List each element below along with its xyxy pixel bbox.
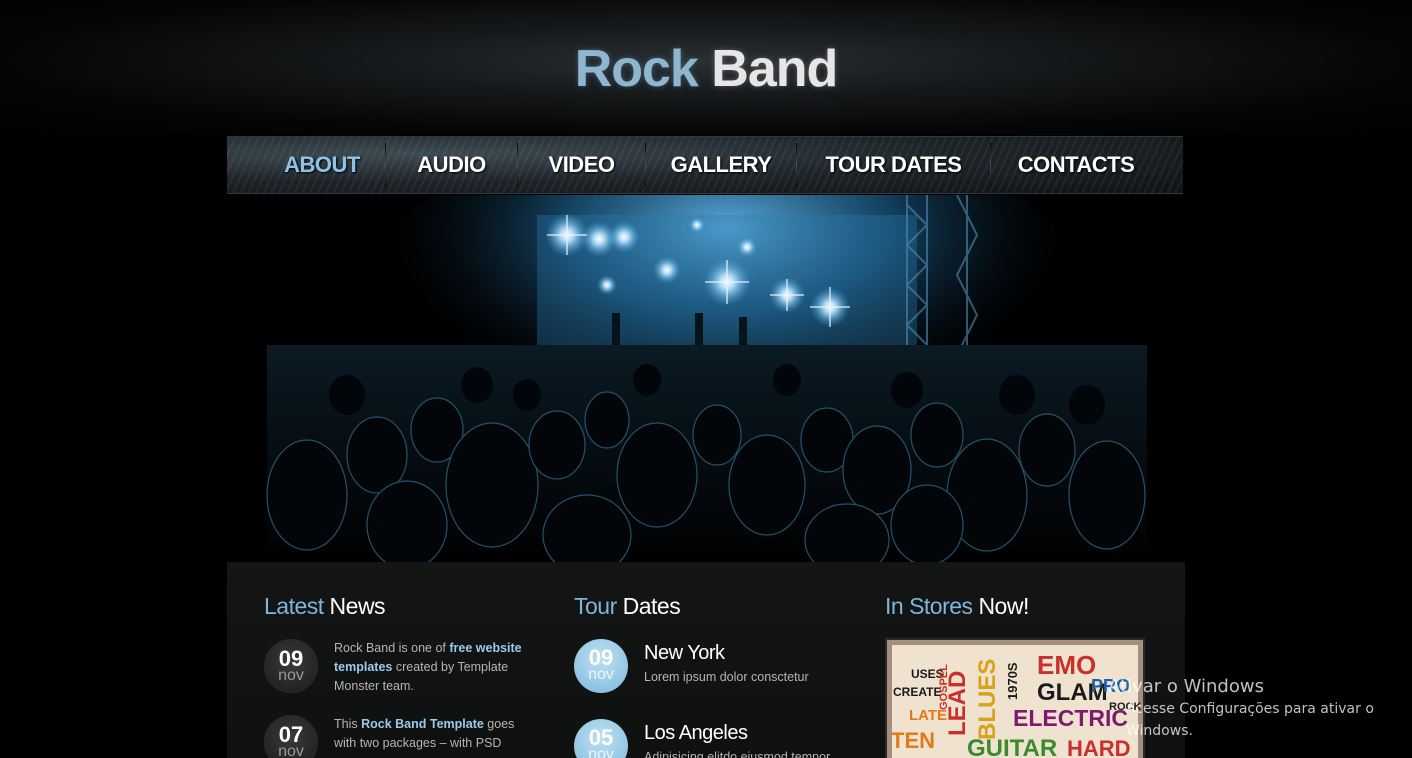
album-word: CREATE bbox=[893, 685, 941, 699]
main-navigation: ABOUT AUDIO VIDEO GALLERY TOUR DATES CON… bbox=[227, 136, 1183, 194]
news-link[interactable]: Rock Band Template bbox=[361, 717, 484, 731]
nav-item-tour-dates[interactable]: TOUR DATES bbox=[797, 136, 990, 194]
logo-word-rock: Rock bbox=[574, 40, 699, 98]
tour-dates-heading: Tour Dates bbox=[574, 593, 681, 619]
nav-item-gallery[interactable]: GALLERY bbox=[646, 136, 796, 194]
news-date-badge: 09 nov bbox=[264, 639, 318, 693]
tour-date-badge: 09 nov bbox=[574, 639, 628, 693]
album-word: TEN bbox=[891, 728, 935, 753]
nav-item-about[interactable]: ABOUT bbox=[259, 136, 385, 194]
news-text: This Rock Band Template goes with two pa… bbox=[334, 717, 515, 750]
album-cover-image[interactable]: EMO GLAM LEAD BLUES 1970S ELECTRIC GUITA… bbox=[885, 638, 1145, 758]
site-header: Rock Band bbox=[0, 0, 1412, 135]
in-stores-section: In Stores Now! EMO GLAM LEAD BLUES 1970S… bbox=[885, 590, 1147, 758]
tour-description: Lorem ipsum dolor consctetur bbox=[644, 670, 809, 684]
hero-concert-image bbox=[227, 195, 1183, 562]
news-date-badge: 07 nov bbox=[264, 715, 318, 758]
site-logo[interactable]: Rock Band bbox=[0, 38, 1412, 100]
windows-activation-watermark: Ativar o Windows Acesse Configurações pa… bbox=[1108, 676, 1374, 739]
album-word: BLUES bbox=[974, 659, 1001, 740]
in-stores-heading: In Stores Now! bbox=[885, 593, 1029, 619]
album-word: 1970S bbox=[1005, 662, 1020, 700]
album-word: GUITAR bbox=[967, 735, 1057, 758]
nav-item-contacts[interactable]: CONTACTS bbox=[991, 136, 1161, 194]
tour-city: New York bbox=[644, 642, 725, 664]
content-panel: Latest News 09 nov Rock Band is one of f… bbox=[227, 562, 1185, 758]
tour-city: Los Angeles bbox=[644, 722, 748, 744]
latest-news-heading: Latest News bbox=[264, 593, 386, 619]
tour-description: Adipisicing elitdo eiusmod tempor bbox=[644, 750, 831, 758]
news-text: Rock Band is one of free website templat… bbox=[334, 641, 522, 693]
tour-date-badge: 05 nov bbox=[574, 719, 628, 758]
latest-news-section: Latest News 09 nov Rock Band is one of f… bbox=[264, 590, 544, 758]
album-word: GOSPEL bbox=[938, 664, 950, 710]
nav-item-video[interactable]: VIDEO bbox=[518, 136, 645, 194]
tour-dates-section: Tour Dates 09 nov New York Lorem ipsum d… bbox=[574, 590, 864, 758]
logo-word-band: Band bbox=[711, 40, 838, 98]
nav-item-audio[interactable]: AUDIO bbox=[386, 136, 517, 194]
album-word: EMO bbox=[1037, 650, 1096, 680]
